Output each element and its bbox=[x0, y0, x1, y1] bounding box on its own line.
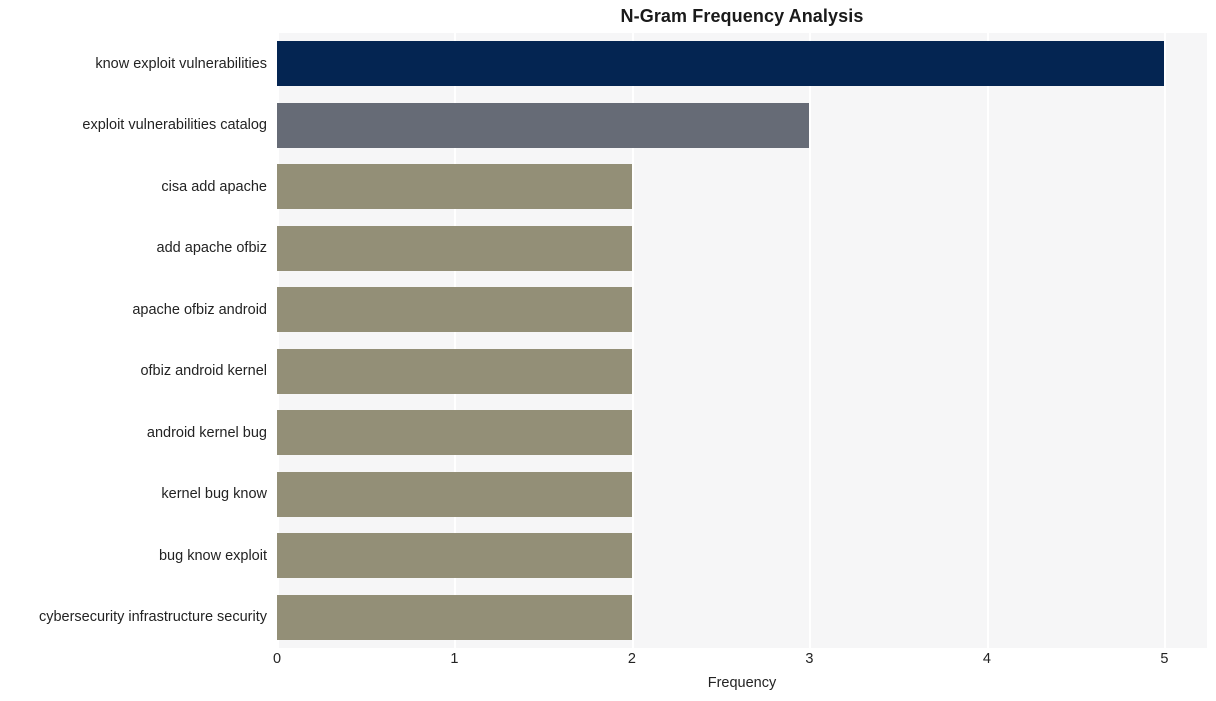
bar[interactable] bbox=[277, 594, 632, 640]
x-axis-tick-label: 4 bbox=[982, 651, 991, 667]
bar[interactable] bbox=[277, 225, 632, 271]
bar[interactable] bbox=[277, 41, 1165, 87]
y-axis-tick-label: bug know exploit bbox=[158, 547, 267, 564]
y-axis-tick-label: cisa add apache bbox=[161, 178, 267, 195]
x-axis-tick-label: 3 bbox=[805, 651, 814, 667]
y-axis-tick-label: know exploit vulnerabilities bbox=[95, 55, 267, 72]
y-axis-tick-label: exploit vulnerabilities catalog bbox=[82, 117, 267, 134]
x-axis-tick-label: 5 bbox=[1160, 651, 1169, 667]
y-axis-tick-label: cybersecurity infrastructure security bbox=[38, 609, 267, 626]
bar[interactable] bbox=[277, 164, 632, 210]
x-axis-title: Frequency bbox=[707, 675, 777, 691]
chart-figure: N-Gram Frequency Analysis know exploit v… bbox=[0, 0, 1216, 701]
bar[interactable] bbox=[277, 348, 632, 394]
chart-title: N-Gram Frequency Analysis bbox=[620, 6, 864, 26]
x-axis-tick-label: 0 bbox=[272, 651, 282, 667]
y-axis-tick-label: apache ofbiz android bbox=[132, 301, 267, 318]
x-axis-tick-label: 1 bbox=[450, 651, 459, 667]
y-axis-tick-label: ofbiz android kernel bbox=[140, 363, 267, 380]
bar[interactable] bbox=[277, 533, 632, 579]
y-axis-tick-label: add apache ofbiz bbox=[156, 240, 267, 257]
bar[interactable] bbox=[277, 410, 632, 456]
bar[interactable] bbox=[277, 287, 632, 333]
bars bbox=[277, 33, 1207, 648]
plot-area bbox=[277, 33, 1207, 648]
x-axis-tick-label: 2 bbox=[627, 651, 636, 667]
bar[interactable] bbox=[277, 102, 810, 148]
y-axis-tick-label: android kernel bug bbox=[146, 424, 267, 441]
bar[interactable] bbox=[277, 471, 632, 517]
y-axis-tick-label: kernel bug know bbox=[161, 486, 267, 503]
y-axis-labels: know exploit vulnerabilities exploit vuln… bbox=[0, 33, 267, 648]
